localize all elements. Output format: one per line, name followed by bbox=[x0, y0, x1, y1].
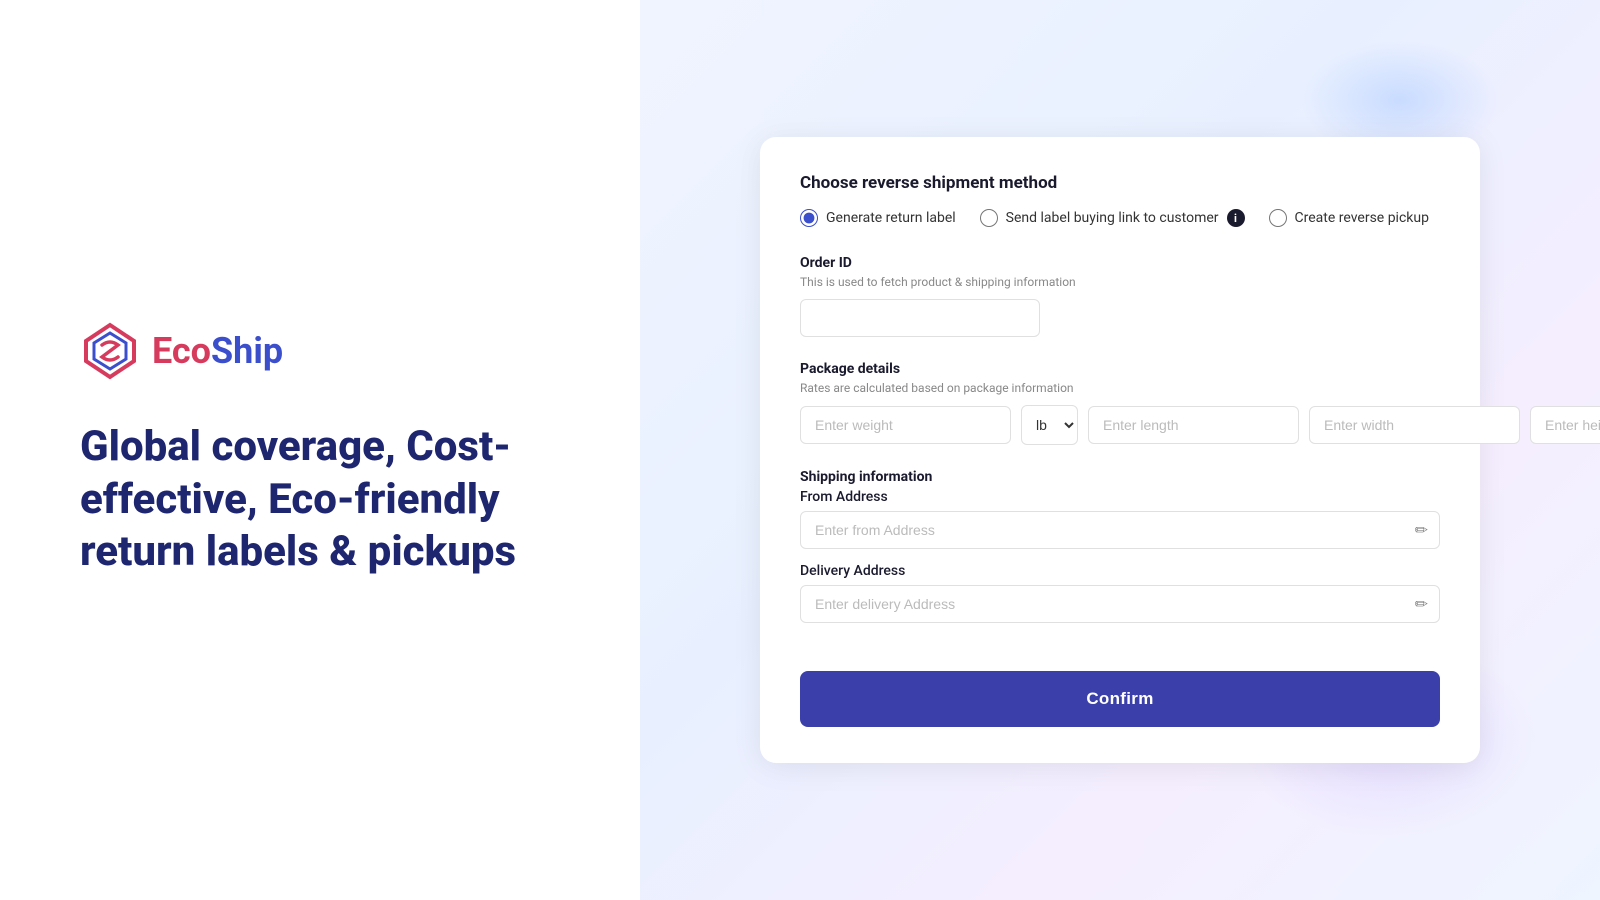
order-id-hint: This is used to fetch product & shipping… bbox=[800, 275, 1440, 289]
package-inputs-row: lb kg in cm bbox=[800, 405, 1440, 445]
length-input[interactable] bbox=[1088, 406, 1299, 444]
height-input[interactable] bbox=[1530, 406, 1600, 444]
left-panel: EcoShip Global coverage, Cost-effective,… bbox=[0, 0, 640, 900]
delivery-address-wrap: ✏ bbox=[800, 585, 1440, 623]
logo-area: EcoShip bbox=[80, 321, 580, 381]
radio-generate-return-label[interactable]: Generate return label bbox=[800, 209, 956, 227]
order-id-label: Order ID bbox=[800, 255, 1440, 271]
width-input[interactable] bbox=[1309, 406, 1520, 444]
from-address-input[interactable] bbox=[800, 511, 1440, 549]
shipping-info-label: Shipping information bbox=[800, 469, 1440, 485]
right-panel: Choose reverse shipment method Generate … bbox=[640, 0, 1600, 900]
logo-eco: Eco bbox=[152, 330, 211, 372]
radio-send-label-buying-link-text: Send label buying link to customer bbox=[1006, 210, 1219, 226]
radio-create-reverse-pickup-text: Create reverse pickup bbox=[1295, 210, 1429, 226]
delivery-address-input[interactable] bbox=[800, 585, 1440, 623]
delivery-address-pencil-icon[interactable]: ✏ bbox=[1415, 595, 1428, 614]
package-details-hint: Rates are calculated based on package in… bbox=[800, 381, 1440, 395]
form-card: Choose reverse shipment method Generate … bbox=[760, 137, 1480, 763]
from-address-wrap: ✏ bbox=[800, 511, 1440, 549]
logo-ship: Ship bbox=[211, 330, 283, 372]
shipment-radio-group: Generate return label Send label buying … bbox=[800, 209, 1440, 227]
info-icon[interactable]: i bbox=[1227, 209, 1245, 227]
radio-create-reverse-pickup-input[interactable] bbox=[1269, 209, 1287, 227]
weight-input[interactable] bbox=[800, 406, 1011, 444]
shipping-info-section: Shipping information From Address ✏ Deli… bbox=[800, 469, 1440, 623]
delivery-address-label: Delivery Address bbox=[800, 563, 1440, 579]
confirm-button[interactable]: Confirm bbox=[800, 671, 1440, 727]
radio-generate-return-label-input[interactable] bbox=[800, 209, 818, 227]
shipment-section-title: Choose reverse shipment method bbox=[800, 173, 1440, 193]
order-id-section: Order ID This is used to fetch product &… bbox=[800, 255, 1440, 337]
order-id-input[interactable] bbox=[800, 299, 1040, 337]
logo-icon bbox=[80, 321, 140, 381]
shipment-method-section: Choose reverse shipment method Generate … bbox=[800, 173, 1440, 227]
from-address-pencil-icon[interactable]: ✏ bbox=[1415, 521, 1428, 540]
radio-generate-return-label-text: Generate return label bbox=[826, 210, 956, 226]
weight-unit-select[interactable]: lb kg bbox=[1021, 405, 1078, 445]
logo-text: EcoShip bbox=[152, 330, 283, 372]
tagline: Global coverage, Cost-effective, Eco-fri… bbox=[80, 421, 580, 579]
from-address-label: From Address bbox=[800, 489, 1440, 505]
radio-send-label-buying-link[interactable]: Send label buying link to customer i bbox=[980, 209, 1245, 227]
radio-send-label-buying-link-input[interactable] bbox=[980, 209, 998, 227]
radio-create-reverse-pickup[interactable]: Create reverse pickup bbox=[1269, 209, 1429, 227]
package-details-label: Package details bbox=[800, 361, 1440, 377]
package-details-section: Package details Rates are calculated bas… bbox=[800, 361, 1440, 445]
